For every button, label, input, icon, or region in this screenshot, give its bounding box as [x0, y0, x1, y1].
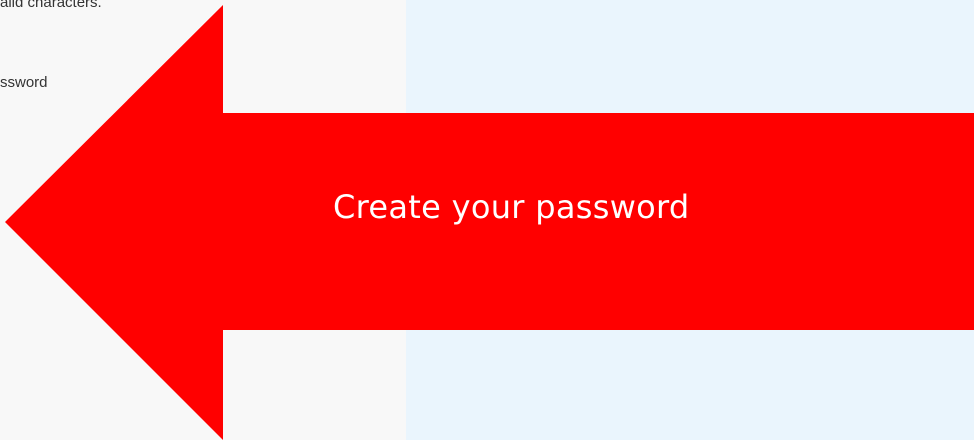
callout-label: Create your password [333, 188, 690, 226]
